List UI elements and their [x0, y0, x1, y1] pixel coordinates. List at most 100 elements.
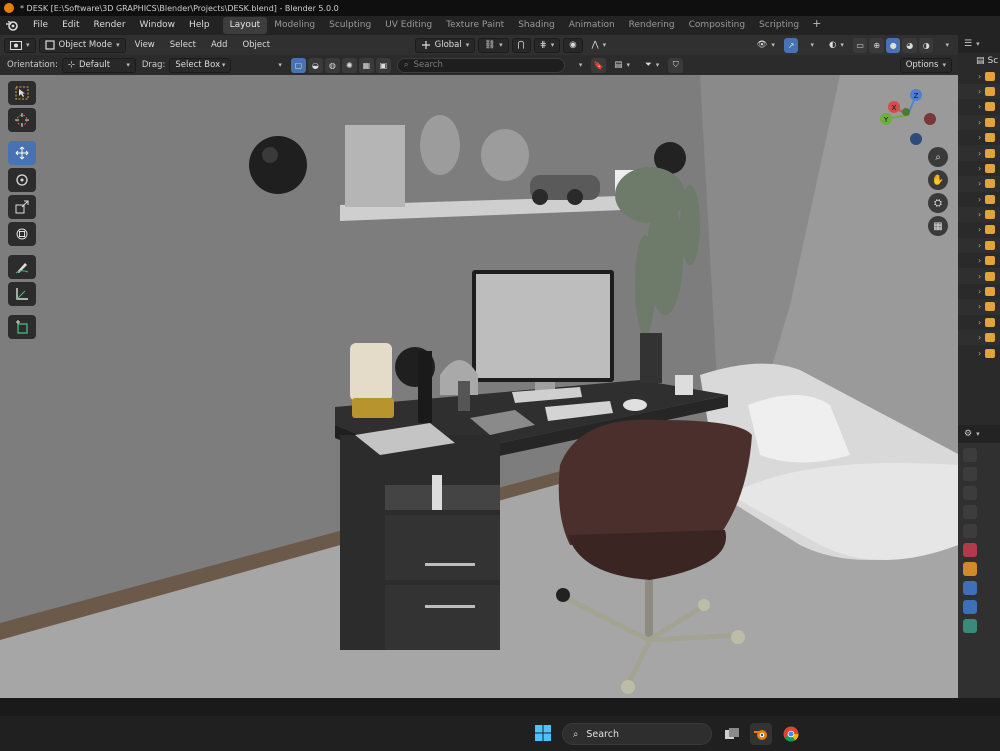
outliner-row[interactable]: › [958, 222, 1000, 237]
outliner-row[interactable]: › [958, 145, 1000, 161]
mode-dropdown[interactable]: Object Mode ▾ [38, 37, 126, 53]
outliner-row[interactable]: › [958, 284, 1000, 299]
object-filter-texture[interactable]: ▦ [358, 57, 374, 73]
tab-texture-paint[interactable]: Texture Paint [439, 17, 511, 34]
expand-chevron-icon[interactable]: › [978, 210, 981, 219]
object-filter-world[interactable]: ◍ [324, 57, 340, 73]
tab-scripting[interactable]: Scripting [752, 17, 806, 34]
scale-tool[interactable] [8, 195, 36, 219]
shading-rendered[interactable]: ◑ [918, 37, 934, 53]
ortho-toggle-button[interactable]: ▦ [928, 216, 948, 236]
outliner-row[interactable]: › [958, 176, 1000, 192]
expand-chevron-icon[interactable]: › [978, 302, 981, 311]
menu-render[interactable]: Render [87, 16, 133, 35]
expand-chevron-icon[interactable]: › [978, 318, 981, 327]
options-button[interactable]: Options ▾ [899, 57, 952, 73]
cursor-tool[interactable] [8, 108, 36, 132]
drag-dropdown[interactable]: Select Box ▾ [169, 57, 232, 73]
transform-orientation-dropdown[interactable]: Global ▾ [414, 37, 476, 53]
falloff-button[interactable]: ⋀ ▾ [586, 38, 613, 53]
expand-chevron-icon[interactable]: › [978, 287, 981, 296]
outliner-row[interactable]: › [958, 315, 1000, 330]
shading-wireframe[interactable]: ⊕ [869, 37, 884, 53]
transform-tool[interactable] [8, 222, 36, 246]
zoom-button[interactable]: ⌕ [928, 147, 948, 167]
outliner-row[interactable]: › [958, 130, 1000, 145]
menu-select[interactable]: Select [164, 38, 202, 53]
menu-add[interactable]: Add [205, 38, 233, 53]
outliner-row[interactable]: › [958, 99, 1000, 114]
expand-chevron-icon[interactable]: › [978, 149, 981, 158]
tab-animation[interactable]: Animation [562, 17, 622, 34]
tab-modeling[interactable]: Modeling [267, 17, 322, 34]
properties-editor-icon[interactable]: ⚙ [964, 429, 972, 439]
expand-chevron-icon[interactable]: › [978, 195, 981, 204]
object-filter-mesh[interactable]: ▢ [290, 57, 306, 73]
object-properties-tab[interactable] [963, 562, 977, 576]
pan-button[interactable]: ✋ [928, 170, 948, 190]
overlay-button[interactable]: ◐ ▾ [823, 38, 850, 53]
outliner-row[interactable]: › [958, 206, 1000, 223]
navigation-gizmo[interactable]: Z X Y [878, 81, 938, 147]
outliner-row[interactable]: › [958, 299, 1000, 315]
3d-viewport[interactable]: Z X Y ⌕ ✋ ⛭ ▦ [0, 75, 958, 698]
expand-chevron-icon[interactable]: › [978, 102, 981, 111]
filter-dropdown[interactable]: ⏷ ▾ [639, 58, 665, 73]
filter-collapse-button[interactable]: ▾ [268, 58, 288, 73]
outliner-row[interactable]: › [958, 253, 1000, 268]
expand-chevron-icon[interactable]: › [978, 349, 981, 358]
render-properties-tab[interactable] [963, 467, 977, 481]
tab-rendering[interactable]: Rendering [622, 17, 682, 34]
outliner-editor-icon[interactable]: ☰ [964, 39, 972, 49]
tab-layout[interactable]: Layout [222, 17, 268, 34]
expand-chevron-icon[interactable]: › [978, 72, 981, 81]
expand-chevron-icon[interactable]: › [978, 256, 981, 265]
taskbar-search[interactable]: ⌕ Search [562, 723, 712, 745]
select-box-tool[interactable] [8, 81, 36, 105]
expand-chevron-icon[interactable]: › [978, 225, 981, 234]
add-cube-tool[interactable] [8, 315, 36, 339]
annotate-tool[interactable] [8, 255, 36, 279]
tool-properties-tab[interactable] [963, 448, 977, 462]
view-layer-tab[interactable] [963, 505, 977, 519]
rotate-tool[interactable] [8, 168, 36, 192]
pivot-point-button[interactable]: ⛓ ▾ [478, 37, 509, 53]
blender-logo-icon[interactable] [4, 20, 20, 32]
outliner-row[interactable]: › [958, 330, 1000, 346]
tab-shading[interactable]: Shading [511, 17, 562, 34]
outliner-row[interactable]: › [958, 237, 1000, 254]
xray-toggle[interactable]: ▭ [852, 37, 868, 53]
shading-options-dropdown[interactable]: ▾ [935, 38, 955, 53]
object-filter-camera[interactable]: ▣ [375, 57, 391, 73]
expand-chevron-icon[interactable]: › [978, 272, 981, 281]
expand-chevron-icon[interactable]: › [978, 118, 981, 127]
gizmo-dropdown[interactable]: ▾ [800, 38, 820, 53]
expand-chevron-icon[interactable]: › [978, 133, 981, 142]
constraints-properties-tab[interactable] [963, 619, 977, 633]
outliner-row[interactable]: › [958, 268, 1000, 284]
shield-toggle[interactable]: ⛉ [668, 57, 684, 73]
outliner-row[interactable]: › [958, 114, 1000, 130]
gizmo-toggle[interactable]: ↗ [783, 37, 799, 53]
outliner-row[interactable]: › [958, 345, 1000, 360]
measure-tool[interactable] [8, 282, 36, 306]
menu-file[interactable]: File [26, 16, 55, 35]
task-view-button[interactable] [721, 723, 743, 745]
snap-target-button[interactable]: ⋕ ▾ [533, 37, 561, 53]
outliner-row[interactable]: › [958, 192, 1000, 207]
physics-properties-tab[interactable] [963, 600, 977, 614]
expand-chevron-icon[interactable]: › [978, 87, 981, 96]
shading-material[interactable]: ◕ [902, 37, 917, 53]
editor-type-button[interactable]: ▾ [4, 37, 36, 53]
object-filter-material[interactable]: ◒ [307, 57, 323, 73]
tab-sculpting[interactable]: Sculpting [322, 17, 378, 34]
proportional-edit-button[interactable]: ◉ [563, 37, 583, 53]
expand-chevron-icon[interactable]: › [978, 333, 981, 342]
menu-view[interactable]: View [129, 38, 161, 53]
move-tool[interactable] [8, 141, 36, 165]
expand-chevron-icon[interactable]: › [978, 179, 981, 188]
outliner-row[interactable]: › [958, 161, 1000, 176]
shading-solid[interactable]: ● [885, 37, 901, 53]
outliner-row[interactable]: › [958, 68, 1000, 83]
search-field[interactable]: ⌕ Search [396, 57, 565, 73]
